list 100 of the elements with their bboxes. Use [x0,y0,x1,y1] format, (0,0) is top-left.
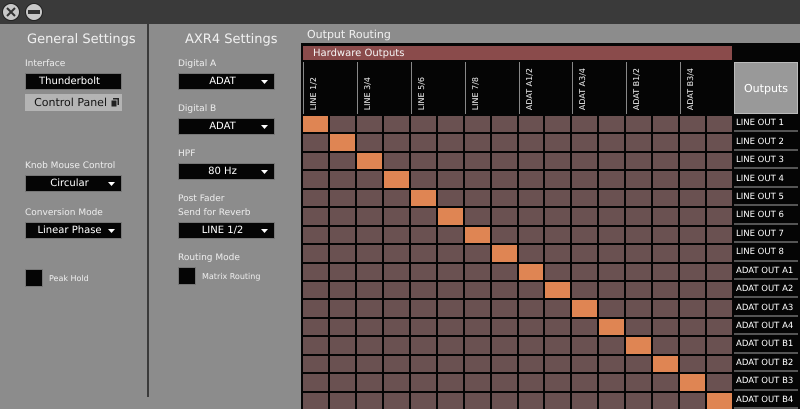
matrix-cell[interactable] [303,318,328,336]
matrix-cell[interactable] [653,282,678,298]
matrix-cell[interactable] [464,245,490,262]
matrix-cell[interactable] [330,171,355,188]
matrix-cell[interactable] [599,208,624,225]
matrix-cell[interactable] [356,245,382,262]
matrix-cell[interactable] [356,116,382,132]
matrix-cell[interactable] [545,226,570,244]
matrix-cell[interactable] [518,226,544,244]
matrix-cell[interactable] [303,245,328,262]
matrix-cell[interactable] [384,116,409,132]
matrix-cell[interactable] [545,282,570,298]
matrix-cell[interactable] [707,318,732,336]
matrix-cell[interactable] [384,152,409,170]
matrix-cell[interactable] [384,190,409,206]
matrix-cell[interactable] [492,226,516,244]
matrix-cell[interactable] [518,356,544,372]
matrix-cell[interactable] [438,392,463,409]
matrix-cell[interactable] [356,171,382,188]
matrix-cell[interactable] [572,171,598,188]
matrix-cell[interactable] [410,337,436,354]
matrix-cell[interactable] [464,134,490,151]
matrix-cell[interactable] [572,152,598,170]
matrix-cell[interactable] [626,300,652,317]
matrix-cell[interactable] [545,392,570,409]
matrix-cell[interactable] [438,152,463,170]
matrix-cell[interactable] [680,392,706,409]
matrix-cell[interactable] [303,116,328,132]
matrix-cell[interactable] [545,152,570,170]
matrix-cell[interactable] [545,318,570,336]
matrix-cell[interactable] [464,226,490,244]
matrix-cell[interactable] [384,318,409,336]
matrix-cell[interactable] [626,171,652,188]
matrix-cell[interactable] [626,282,652,298]
matrix-cell[interactable] [492,152,516,170]
matrix-cell[interactable] [303,356,328,372]
matrix-cell[interactable] [330,318,355,336]
matrix-cell[interactable] [518,116,544,132]
matrix-cell[interactable] [545,374,570,391]
matrix-cell[interactable] [545,300,570,317]
matrix-cell[interactable] [410,226,436,244]
matrix-cell[interactable] [384,282,409,298]
matrix-cell[interactable] [438,171,463,188]
matrix-cell[interactable] [572,318,598,336]
matrix-cell[interactable] [572,208,598,225]
matrix-cell[interactable] [384,171,409,188]
matrix-cell[interactable] [438,134,463,151]
matrix-cell[interactable] [599,190,624,206]
matrix-cell[interactable] [518,245,544,262]
matrix-cell[interactable] [330,190,355,206]
matrix-cell[interactable] [438,300,463,317]
matrix-cell[interactable] [330,245,355,262]
matrix-cell[interactable] [410,190,436,206]
matrix-cell[interactable] [707,245,732,262]
matrix-cell[interactable] [492,208,516,225]
matrix-cell[interactable] [518,134,544,151]
matrix-cell[interactable] [330,374,355,391]
close-button[interactable] [2,3,20,21]
matrix-cell[interactable] [356,318,382,336]
matrix-cell[interactable] [464,318,490,336]
matrix-cell[interactable] [410,264,436,280]
matrix-cell[interactable] [653,152,678,170]
matrix-cell[interactable] [356,282,382,298]
matrix-cell[interactable] [384,300,409,317]
matrix-cell[interactable] [626,356,652,372]
matrix-cell[interactable] [626,318,652,336]
matrix-cell[interactable] [330,134,355,151]
matrix-cell[interactable] [680,374,706,391]
matrix-cell[interactable] [303,152,328,170]
matrix-cell[interactable] [492,190,516,206]
matrix-cell[interactable] [572,264,598,280]
matrix-cell[interactable] [384,208,409,225]
checkbox[interactable] [25,269,43,287]
matrix-cell[interactable] [707,134,732,151]
matrix-cell[interactable] [680,116,706,132]
matrix-cell[interactable] [303,134,328,151]
matrix-cell[interactable] [626,134,652,151]
matrix-cell[interactable] [626,264,652,280]
matrix-cell[interactable] [653,208,678,225]
matrix-cell[interactable] [303,300,328,317]
matrix-cell[interactable] [303,282,328,298]
matrix-cell[interactable] [680,152,706,170]
matrix-cell[interactable] [599,356,624,372]
matrix-cell[interactable] [384,226,409,244]
matrix-cell[interactable] [492,245,516,262]
matrix-cell[interactable] [653,356,678,372]
matrix-cell[interactable] [707,116,732,132]
matrix-cell[interactable] [707,337,732,354]
matrix-cell[interactable] [707,282,732,298]
matrix-cell[interactable] [518,282,544,298]
matrix-cell[interactable] [492,300,516,317]
matrix-cell[interactable] [464,356,490,372]
matrix-cell[interactable] [384,356,409,372]
matrix-cell[interactable] [384,134,409,151]
knob-mode-dropdown[interactable]: Circular [25,175,122,192]
matrix-cell[interactable] [599,337,624,354]
matrix-cell[interactable] [464,282,490,298]
matrix-cell[interactable] [410,134,436,151]
matrix-cell[interactable] [707,374,732,391]
matrix-cell[interactable] [572,226,598,244]
